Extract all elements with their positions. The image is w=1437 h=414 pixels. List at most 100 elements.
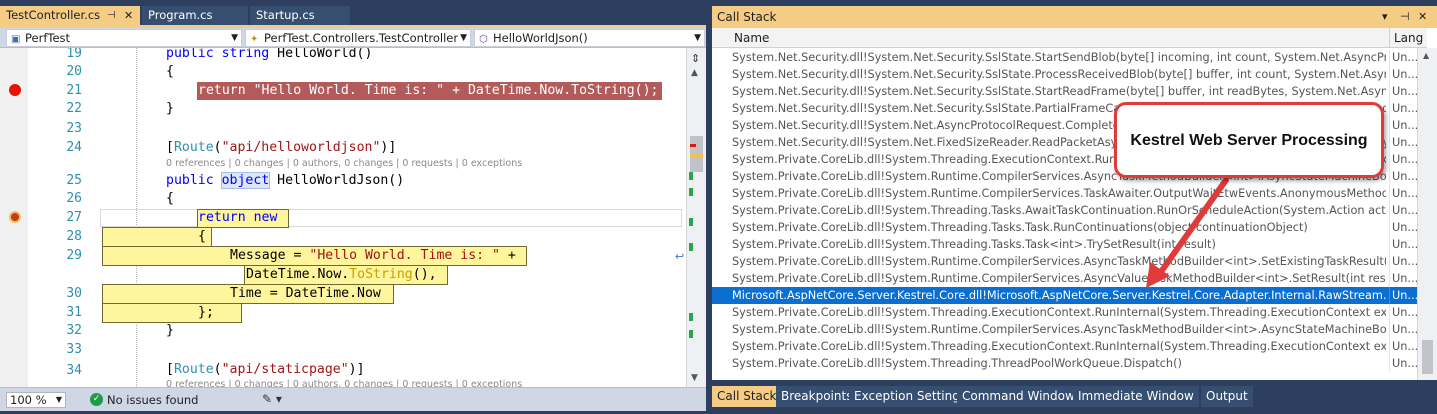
stack-frame-row-selected[interactable]: Microsoft.AspNetCore.Server.Kestrel.Core…: [712, 287, 1417, 304]
tab-output[interactable]: Output: [1201, 386, 1253, 407]
pin-icon[interactable]: ⊣: [107, 6, 116, 25]
tab-immediate-window[interactable]: Immediate Window: [1073, 386, 1199, 407]
line-number: 25: [66, 173, 82, 188]
code-line-22: }: [166, 101, 174, 116]
code-line-29: Message = "Hello World. Time is: " +: [230, 248, 516, 263]
member-name: HelloWorldJson(): [493, 31, 588, 45]
code-area[interactable]: 19 20 21 22 23 24 25 26 27 28 29 30 31 3…: [0, 48, 706, 387]
annotation-text: Kestrel Web Server Processing: [1130, 132, 1368, 149]
code-line-28: {: [198, 229, 206, 244]
code-line-31: };: [198, 305, 214, 320]
line-number: 28: [66, 229, 82, 244]
tab-label: Program.cs: [148, 8, 213, 22]
statement-highlight: [102, 303, 242, 323]
line-number: 30: [66, 286, 82, 301]
tool-window-tabs: Call Stack Breakpoints Exception Setting…: [712, 386, 1437, 408]
current-line-box: [100, 209, 682, 227]
issues-status[interactable]: No issues found: [107, 393, 198, 407]
statement-highlight: [102, 227, 212, 247]
tab-testcontroller[interactable]: TestController.cs ⊣ ✕: [0, 6, 140, 25]
line-number: 24: [66, 140, 82, 155]
line-number: 19: [66, 48, 82, 61]
stack-frame-row[interactable]: System.Private.CoreLib.dll!System.Runtim…: [712, 253, 1417, 270]
tab-call-stack[interactable]: Call Stack: [712, 386, 782, 407]
stack-frame-row[interactable]: System.Private.CoreLib.dll!System.Runtim…: [712, 270, 1417, 287]
tab-command-window[interactable]: Command Window: [957, 386, 1080, 407]
stack-frame-row[interactable]: System.Private.CoreLib.dll!System.Thread…: [712, 202, 1417, 219]
call-stack-title-bar: Call Stack ▾ ⊣ ✕: [712, 6, 1437, 28]
stack-frame-row[interactable]: System.Private.CoreLib.dll!System.Thread…: [712, 236, 1417, 253]
line-number: 21: [66, 83, 82, 98]
panel-title: Call Stack: [717, 10, 777, 24]
stack-frame-row[interactable]: System.Net.Security.dll!System.Net.Secur…: [712, 83, 1417, 100]
member-dropdown[interactable]: ⬡ HelloWorldJson() ▼: [474, 29, 705, 47]
call-stack-list: Name Lang System.Net.Security.dll!System…: [712, 28, 1437, 380]
tab-program[interactable]: Program.cs: [142, 6, 248, 25]
code-line-25: public object HelloWorldJson(): [166, 172, 405, 189]
line-number: 27: [66, 210, 82, 225]
project-dropdown[interactable]: ▣ PerfTest ▼: [6, 29, 242, 47]
stack-frame-row[interactable]: System.Private.CoreLib.dll!System.Thread…: [712, 338, 1417, 355]
tab-exception-settings[interactable]: Exception Settings: [849, 386, 972, 407]
breakpoint-margin[interactable]: [0, 48, 28, 387]
scrollbar-thumb[interactable]: [1422, 340, 1433, 374]
zoom-level: 100 %: [10, 393, 47, 407]
line-number: 22: [66, 101, 82, 116]
wrap-icon: ↩: [675, 250, 685, 263]
call-stack-window: Call Stack ▾ ⊣ ✕ Name Lang System.Net.Se…: [712, 6, 1437, 414]
close-icon[interactable]: ✕: [1418, 6, 1427, 28]
column-name[interactable]: Name: [734, 28, 769, 48]
stack-frame-row[interactable]: System.Private.CoreLib.dll!System.Runtim…: [712, 185, 1417, 202]
breakpoint-marker: [690, 144, 696, 147]
line-number: 29: [66, 248, 82, 263]
stack-frame-row[interactable]: System.Private.CoreLib.dll!System.Thread…: [712, 304, 1417, 321]
chevron-down-icon: ▼: [231, 33, 238, 43]
dropdown-icon[interactable]: ▾: [1382, 6, 1388, 28]
stack-frame-row[interactable]: System.Private.CoreLib.dll!System.Thread…: [712, 355, 1417, 372]
editor-status-bar: 100 % ▼ ✓ No issues found ✎ ▾: [0, 387, 706, 411]
csharp-project-icon: ▣: [11, 34, 21, 45]
change-marker: [689, 172, 693, 180]
code-editor: TestController.cs ⊣ ✕ Program.cs Startup…: [0, 0, 706, 414]
chevron-down-icon: ▼: [460, 33, 467, 43]
change-marker: [689, 218, 693, 226]
scroll-down-icon[interactable]: ▼: [691, 373, 698, 383]
line-number: 32: [66, 323, 82, 338]
code-line-32: }: [166, 323, 174, 338]
class-dropdown[interactable]: ✦ PerfTest.Controllers.TestController ▼: [245, 29, 471, 47]
chevron-down-icon: ▼: [694, 33, 701, 43]
zoom-dropdown[interactable]: 100 % ▼: [6, 392, 66, 408]
code-line-24: [Route("api/helloworldjson")]: [166, 140, 397, 155]
code-cleanup-icon[interactable]: ✎ ▾: [262, 392, 282, 406]
scroll-up-icon[interactable]: ▲: [691, 68, 698, 78]
stack-frames: System.Net.Security.dll!System.Net.Secur…: [712, 49, 1417, 372]
editor-vertical-scrollbar[interactable]: ⇕ ▲ ▼: [686, 48, 706, 387]
codelens-info[interactable]: 0 references | 0 changes | 0 authors, 0 …: [166, 379, 522, 387]
current-statement-icon: [9, 211, 21, 223]
close-icon[interactable]: ✕: [124, 6, 133, 25]
breakpoint-icon[interactable]: [9, 84, 21, 96]
tab-label: TestController.cs: [6, 8, 101, 22]
code-line-19: public string HelloWorld(): [166, 48, 373, 61]
split-icon[interactable]: ⇕: [691, 52, 700, 65]
call-stack-vertical-scrollbar[interactable]: ▲: [1417, 48, 1437, 380]
change-marker: [689, 330, 693, 338]
tab-startup[interactable]: Startup.cs: [250, 6, 350, 25]
codelens-info[interactable]: 0 references | 0 changes | 0 authors, 0 …: [166, 158, 522, 169]
change-marker: [689, 188, 693, 196]
class-name: PerfTest.Controllers.TestController: [264, 31, 459, 45]
pin-icon[interactable]: ⊣: [1400, 6, 1410, 28]
stack-frame-row[interactable]: System.Net.Security.dll!System.Net.Secur…: [712, 49, 1417, 66]
column-lang[interactable]: Lang: [1389, 28, 1427, 48]
tab-label: Startup.cs: [256, 8, 315, 22]
stack-frame-row[interactable]: System.Private.CoreLib.dll!System.Thread…: [712, 219, 1417, 236]
scroll-up-icon[interactable]: ▲: [1423, 51, 1429, 60]
document-tabs: TestController.cs ⊣ ✕ Program.cs Startup…: [0, 6, 706, 25]
tab-breakpoints[interactable]: Breakpoints: [776, 386, 858, 407]
line-number: 34: [66, 363, 82, 378]
stack-frame-row[interactable]: System.Private.CoreLib.dll!System.Runtim…: [712, 321, 1417, 338]
code-line-26: {: [166, 191, 174, 206]
stack-frame-row[interactable]: System.Net.Security.dll!System.Net.Secur…: [712, 66, 1417, 83]
column-header: Name Lang: [712, 28, 1427, 48]
line-number: 20: [66, 64, 82, 79]
